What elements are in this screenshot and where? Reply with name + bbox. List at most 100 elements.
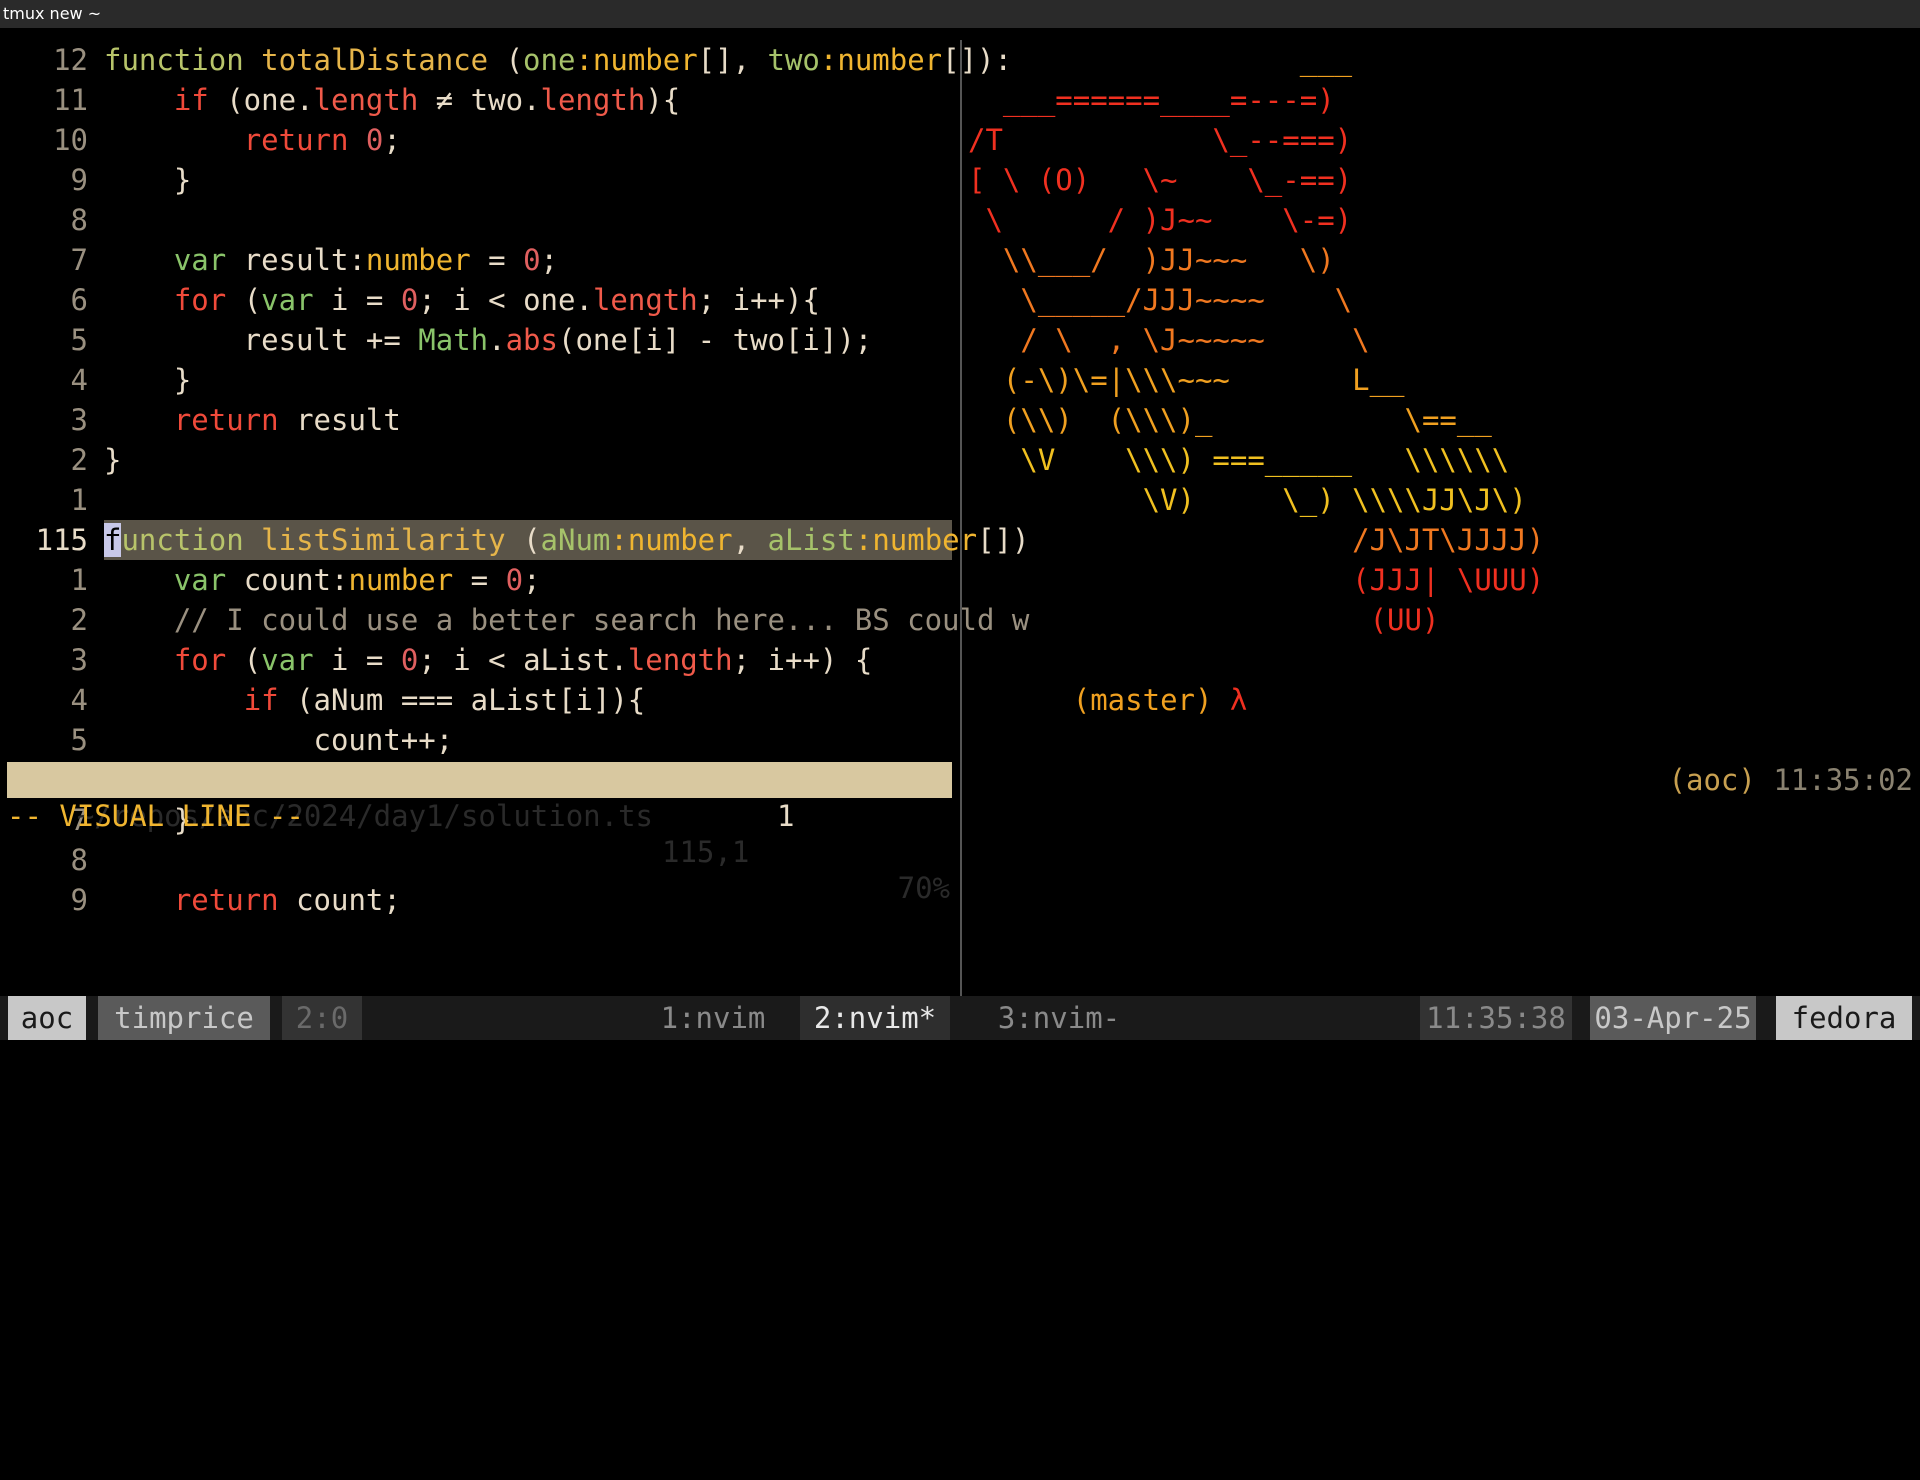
editor-line[interactable]: 7 var result:number = 0;: [0, 240, 958, 280]
code-token: 0: [523, 243, 541, 277]
line-code: function listSimilarity (aNum:number, aL…: [104, 520, 1029, 560]
line-number: 2: [70, 603, 88, 637]
tmux-window-2-active[interactable]: 2:nvim*: [800, 996, 950, 1040]
editor-line[interactable]: 5 result += Math.abs(one[i] - two[i]);: [0, 320, 958, 360]
code-token: [],: [697, 43, 768, 77]
code-token: for: [173, 643, 227, 677]
line-number: 3: [70, 643, 88, 677]
line-number: 4: [70, 363, 88, 397]
editor-line[interactable]: 1: [0, 480, 958, 520]
line-number: 5: [70, 323, 88, 357]
code-token: i =: [313, 643, 401, 677]
code-token: aNum: [540, 523, 611, 557]
line-code: for (var i = 0; i < aList.length; i++) {: [104, 640, 872, 680]
code-token: ; i++) {: [732, 643, 873, 677]
tmux-window-3[interactable]: 3:nvim-: [984, 996, 1134, 1040]
code-token: number: [837, 43, 943, 77]
code-token: result: [278, 403, 401, 437]
line-number: 3: [70, 403, 88, 437]
editor-line[interactable]: 11 if (one.length ≠ two.length){: [0, 80, 958, 120]
ascii-art-line: [ \ (O) \~ \_-==): [968, 163, 1353, 197]
shell-prompt[interactable]: (master) λ (aoc) 11:35:02: [968, 640, 1913, 797]
code-token: 0: [400, 643, 419, 677]
code-token: }: [104, 443, 122, 477]
line-code: // I could use a better search here... B…: [104, 600, 1030, 640]
editor-line[interactable]: 4 }: [0, 360, 958, 400]
line-number: 9: [70, 163, 88, 197]
code-token: var: [173, 243, 227, 277]
code-token: ,: [732, 523, 768, 557]
line-number: 1: [70, 483, 88, 517]
code-token: }: [104, 363, 192, 397]
code-token: length: [313, 83, 419, 117]
ascii-art-line: \ / )J~~ \-=): [968, 203, 1353, 237]
code-token: ≠ two.: [418, 83, 541, 117]
line-code: }: [104, 360, 191, 400]
editor-line[interactable]: 9 return count;: [0, 880, 958, 920]
line-code: for (var i = 0; i < one.length; i++){: [104, 280, 820, 320]
code-token: one: [523, 43, 576, 77]
code-token: result +=: [104, 323, 419, 357]
mode-indicator: -- VISUAL LINE --: [7, 799, 304, 833]
editor-line[interactable]: 9 }: [0, 160, 958, 200]
line-code: if (aNum === aList[i]){: [104, 680, 646, 720]
code-token: (aNum === aList[i]){: [278, 683, 646, 717]
ascii-art-line: \V) \_) \\\\JJ\J\): [968, 483, 1527, 517]
editor-line[interactable]: 10 return 0;: [0, 120, 958, 160]
nvim-editor-pane[interactable]: 12 function totalDistance (one:number[], …: [0, 40, 1030, 1020]
ascii-art-line: / \ , \J~~~~~ \: [968, 323, 1370, 357]
line-number: 7: [70, 243, 88, 277]
line-code: result += Math.abs(one[i] - two[i]);: [104, 320, 873, 360]
editor-line[interactable]: 2}: [0, 440, 958, 480]
editor-line[interactable]: 3 for (var i = 0; i < aList.length; i++)…: [0, 640, 958, 680]
code-token: (one.: [208, 83, 314, 117]
line-number: 2: [70, 443, 88, 477]
editor-line[interactable]: 8: [0, 200, 958, 240]
code-token: result:: [226, 243, 366, 277]
code-token: =: [453, 563, 506, 597]
editor-line[interactable]: 5 count++;: [0, 720, 958, 760]
code-token: listSimilarity: [261, 523, 524, 557]
ascii-art-line: (UU): [968, 603, 1440, 637]
code-token: count;: [278, 883, 401, 917]
ascii-art-line: \V \\\) ===_____ \\\\\\: [968, 443, 1510, 477]
tmux-pane-index: 2:0: [282, 996, 362, 1040]
editor-line[interactable]: 6 for (var i = 0; i < one.length; i++){: [0, 280, 958, 320]
window-title: tmux new ~: [0, 0, 1920, 28]
code-token: number: [592, 43, 698, 77]
tmux-hostname: fedora: [1776, 996, 1912, 1040]
code-token: ; i < aList.: [418, 643, 628, 677]
editor-line[interactable]: 3 return result: [0, 400, 958, 440]
git-branch: (master): [1072, 683, 1213, 717]
line-code: }: [104, 160, 191, 200]
editor-line-current[interactable]: 115 function listSimilarity (aNum:number,…: [0, 520, 1029, 560]
line-code: return count;: [104, 880, 401, 920]
shell-pane[interactable]: ___ ___======____=---=) /T \_--===) [ \ (O…: [968, 40, 1918, 990]
ascii-art-line: /J\JT\JJJJ): [968, 523, 1545, 557]
code-token: number: [365, 243, 471, 277]
line-number: 12: [53, 43, 88, 77]
editor-line[interactable]: 4 if (aNum === aList[i]){: [0, 680, 958, 720]
editor-line[interactable]: 2 // I could use a better search here...…: [0, 600, 1030, 640]
pane-divider[interactable]: [960, 40, 962, 998]
text-cursor: f: [104, 523, 122, 557]
code-token: 0: [365, 123, 384, 157]
code-token: 0: [400, 283, 419, 317]
code-token: i =: [313, 283, 401, 317]
tmux-session-name[interactable]: aoc: [8, 996, 86, 1040]
editor-line[interactable]: 8: [0, 840, 958, 880]
code-token: function: [104, 43, 262, 77]
editor-line[interactable]: 12 function totalDistance (one:number[], …: [0, 40, 1012, 80]
line-number: 4: [70, 683, 88, 717]
ascii-art-line: /T \_--===): [968, 123, 1353, 157]
editor-line[interactable]: 1 var count:number = 0;: [0, 560, 958, 600]
code-token: unction: [121, 523, 262, 557]
tmux-window-1[interactable]: 1:nvim: [648, 996, 778, 1040]
terminal-area[interactable]: 12 function totalDistance (one:number[], …: [0, 28, 1920, 1050]
